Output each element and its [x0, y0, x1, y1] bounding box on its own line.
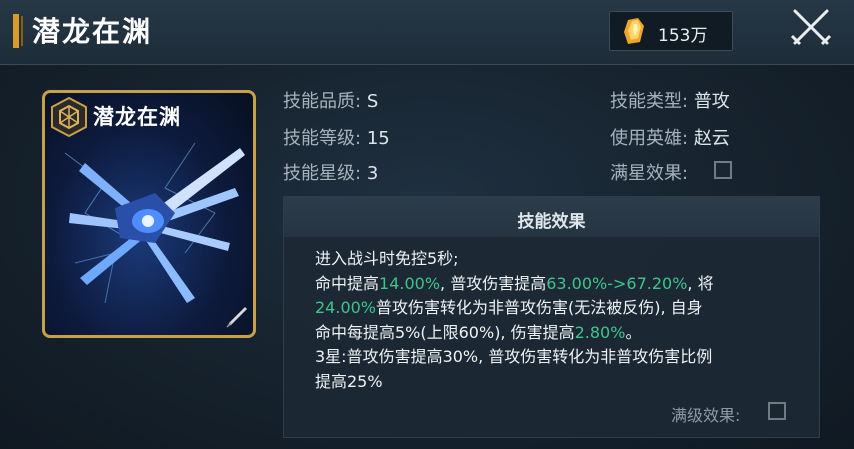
effect-text: 命中每提高5%(上限60%), 伤害提高	[315, 322, 575, 342]
effect-text: , 普攻伤害提高	[440, 273, 547, 293]
max-level-label: 满级效果:	[671, 406, 741, 425]
effect-highlight: 2.80%	[574, 322, 626, 342]
attr-quality-label: 技能品质:	[283, 91, 362, 112]
attr-type: 技能类型: 普攻	[610, 87, 730, 113]
crossed-swords-close-icon[interactable]	[786, 6, 836, 48]
attr-full-star: 满星效果:	[610, 159, 688, 185]
effect-highlight: 24.00%	[315, 298, 377, 317]
effect-highlight: 63.00%->67.20%	[546, 273, 688, 293]
attr-hero-value: 赵云	[693, 128, 730, 149]
attr-star: 技能星级: 3	[283, 159, 378, 185]
panel-title: 技能效果	[517, 212, 586, 232]
hexagon-emblem-icon	[51, 97, 87, 137]
effect-line-1: 进入战斗时免控5秒;	[315, 249, 459, 268]
attr-quality: 技能品质: S	[283, 87, 378, 113]
currency-amount: 153万	[658, 26, 708, 46]
skill-effect-panel: 技能效果 进入战斗时免控5秒; 命中提高14.00%, 普攻伤害提高63.00%…	[283, 196, 820, 438]
attr-hero: 使用英雄: 赵云	[610, 124, 730, 150]
quill-icon	[226, 307, 247, 328]
crystal-icon	[624, 18, 644, 44]
effect-description[interactable]: 进入战斗时免控5秒; 命中提高14.00%, 普攻伤害提高63.00%->67.…	[315, 247, 805, 390]
full-star-checkbox[interactable]	[714, 161, 732, 179]
attr-full-star-label: 满星效果:	[610, 163, 689, 184]
title-accent-bar	[13, 14, 19, 48]
effect-text: 命中提高	[315, 273, 380, 293]
effect-highlight: 14.00%	[379, 273, 441, 293]
attr-level-value: 15	[366, 128, 390, 149]
max-level-checkbox[interactable]	[768, 402, 786, 420]
effect-line-2: 命中提高14.00%, 普攻伤害提高63.00%->67.20%, 将	[315, 272, 805, 297]
skill-card[interactable]: 潜龙在渊	[42, 90, 256, 338]
effect-text: , 将	[687, 273, 714, 293]
attr-type-value: 普攻	[693, 91, 730, 112]
attr-hero-label: 使用英雄:	[610, 128, 689, 149]
attr-type-label: 技能类型:	[610, 91, 689, 112]
effect-line-6: 提高25%	[315, 371, 383, 391]
effect-line-5: 3星:普攻伤害提高30%, 普攻伤害转化为非普攻伤害比例	[315, 347, 713, 366]
effect-text: 普攻伤害转化为非普攻伤害(无法被反伤), 自身	[376, 298, 703, 317]
effect-line-4: 命中每提高5%(上限60%), 伤害提高2.80%。	[315, 321, 805, 346]
attr-star-value: 3	[366, 163, 379, 184]
card-title: 潜龙在渊	[93, 104, 181, 129]
attr-quality-value: S	[366, 91, 379, 112]
header-bar: 潜龙在渊 153万	[0, 0, 854, 65]
currency-display: 153万	[609, 11, 733, 51]
attr-level: 技能等级: 15	[283, 124, 390, 150]
attr-level-label: 技能等级:	[283, 128, 362, 149]
panel-header: 技能效果	[284, 197, 819, 237]
effect-line-3: 24.00%普攻伤害转化为非普攻伤害(无法被反伤), 自身	[315, 296, 805, 321]
attr-star-label: 技能星级:	[283, 163, 362, 184]
effect-text: 。	[625, 322, 642, 342]
page-title: 潜龙在渊	[32, 15, 153, 48]
